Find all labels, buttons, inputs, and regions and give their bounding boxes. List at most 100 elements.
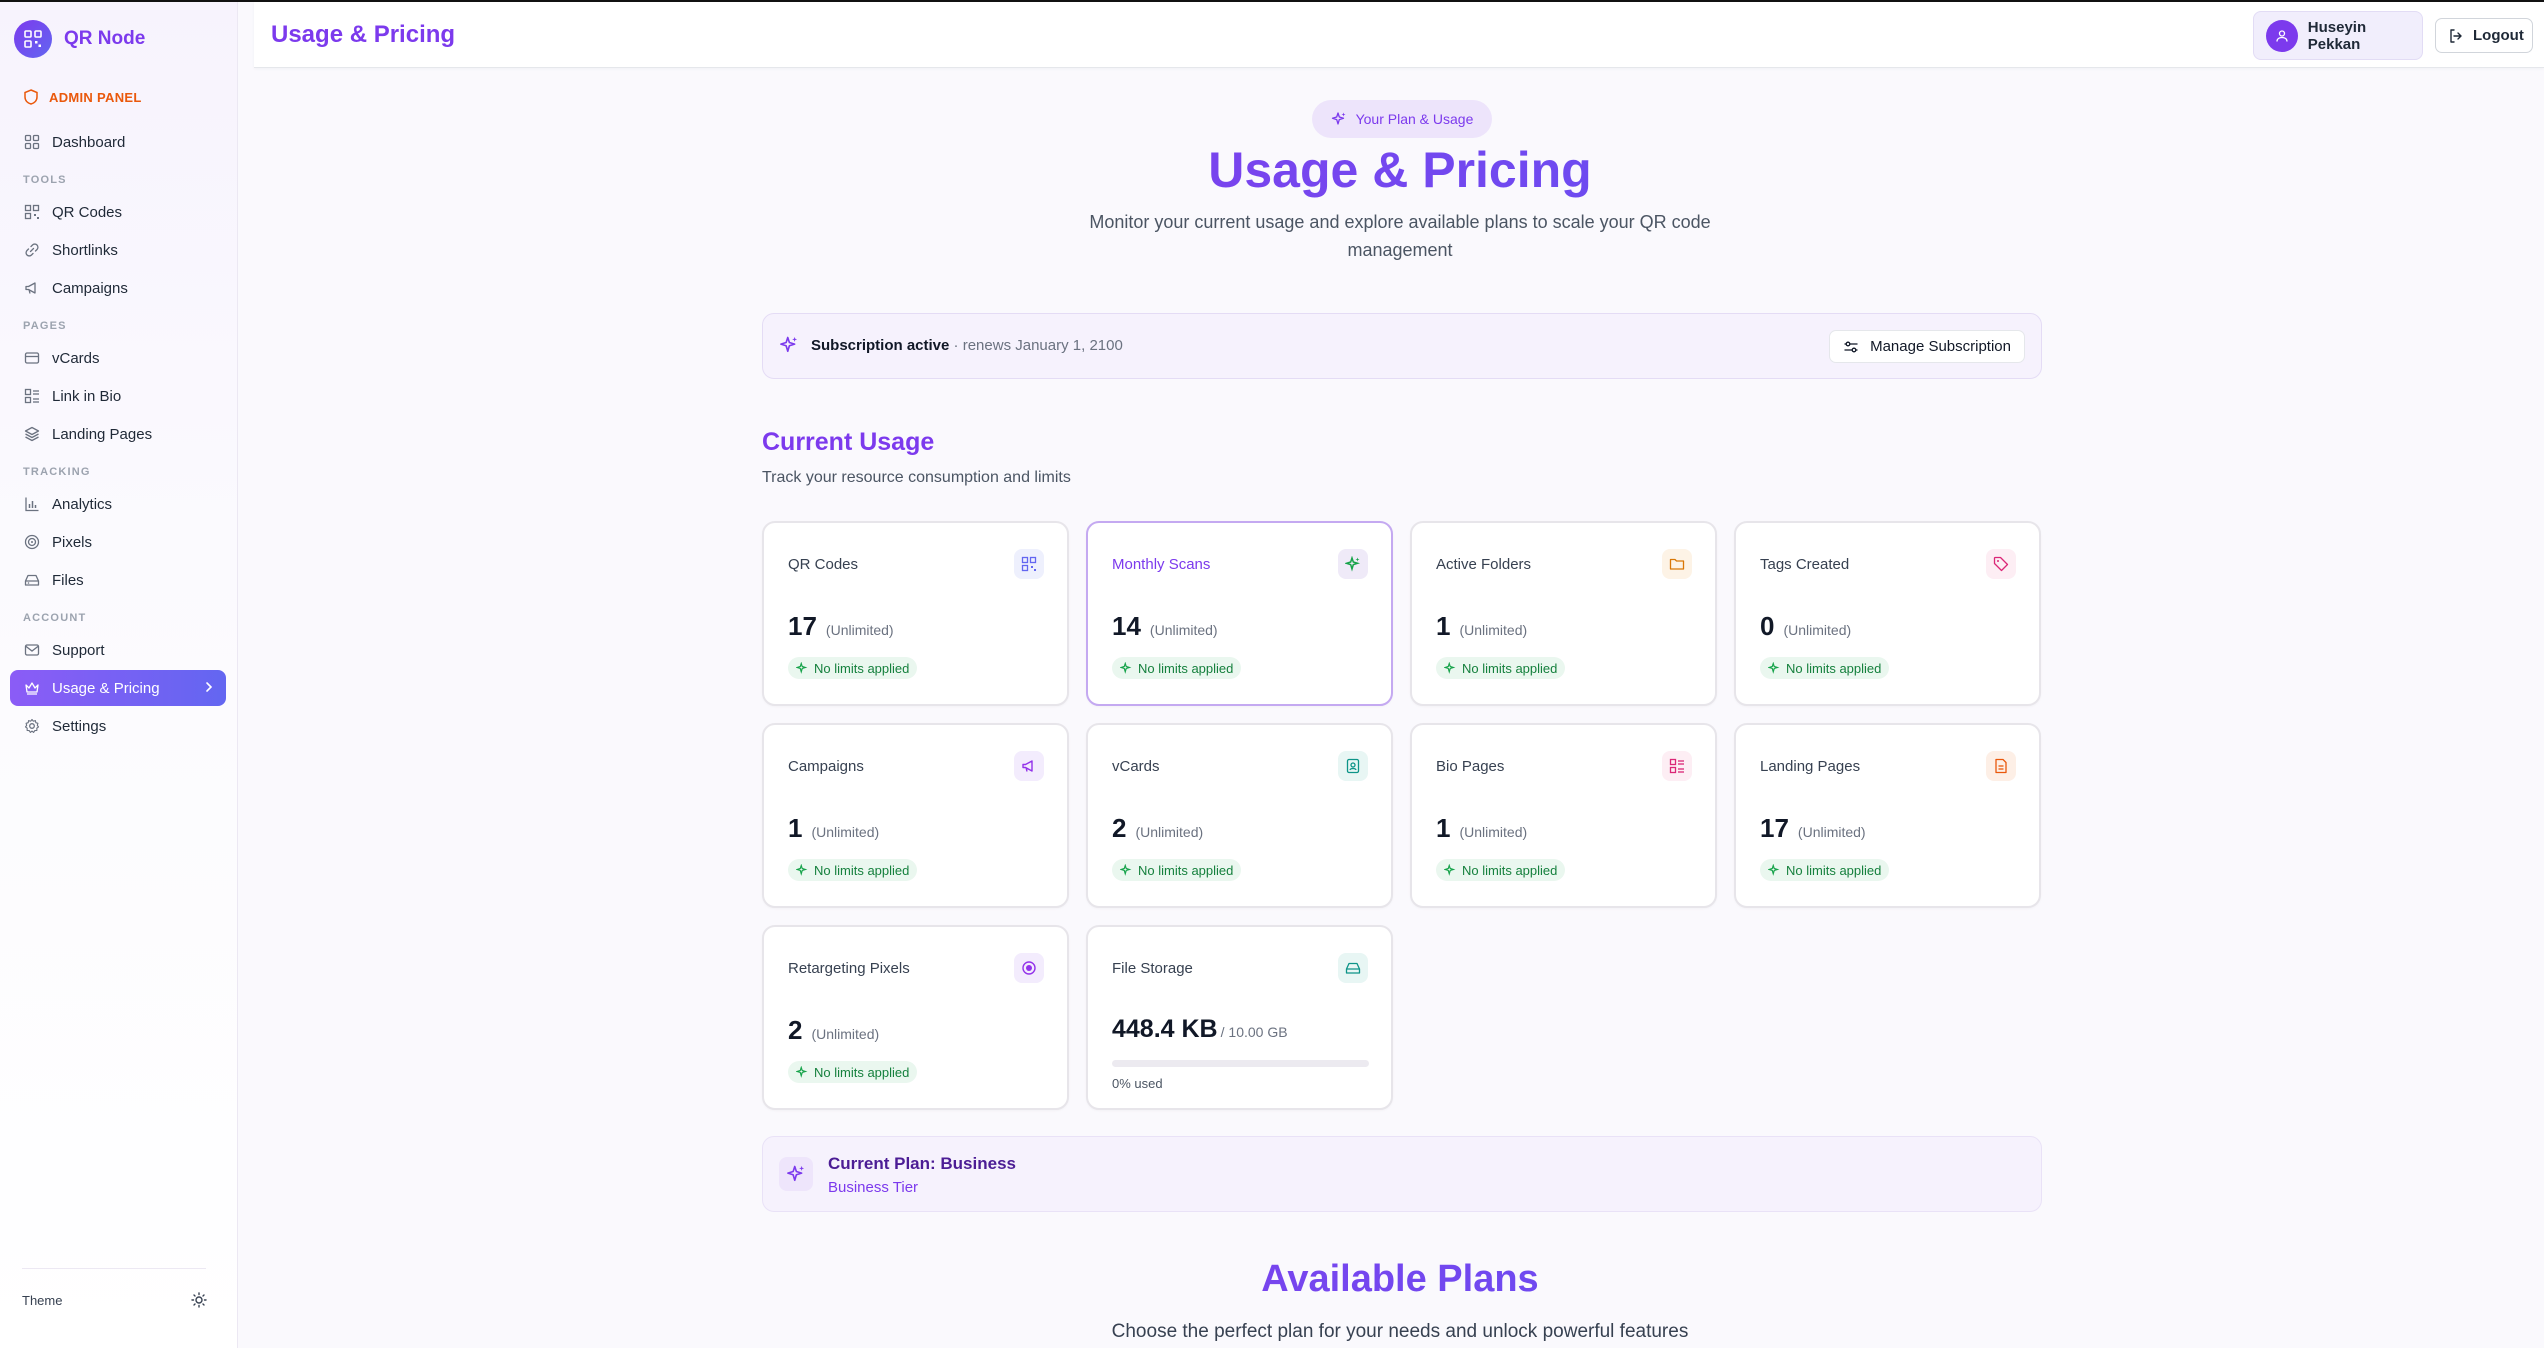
theme-toggle-button[interactable] — [182, 1283, 216, 1317]
sidebar-item-analytics[interactable]: Analytics — [10, 486, 226, 522]
logout-label: Logout — [2473, 27, 2524, 44]
admin-panel-link[interactable]: ADMIN PANEL — [24, 89, 142, 105]
usage-card-qr-codes: QR Codes 17 (Unlimited) No limits applied — [762, 521, 1069, 706]
main-content: Your Plan & Usage Usage & Pricing Monito… — [254, 68, 2544, 1348]
hero-subtitle: Monitor your current usage and explore a… — [1089, 212, 1711, 260]
subscription-renewal: · renews January 1, 2100 — [953, 336, 1123, 354]
target-icon — [1014, 953, 1044, 983]
avatar — [2266, 19, 2298, 52]
card-limit: (Unlimited) — [811, 824, 880, 840]
sparkles-icon — [780, 336, 798, 353]
current-plan-box: Current Plan: Business Business Tier — [762, 1136, 2042, 1212]
card-title: QR Codes — [788, 556, 859, 573]
megaphone-icon — [25, 282, 36, 294]
user-menu[interactable]: Huseyin Pekkan — [2253, 11, 2423, 60]
card-limit: (Unlimited) — [1149, 622, 1218, 638]
sidebar-item-files[interactable]: Files — [10, 562, 226, 598]
card-value: 1 — [1436, 813, 1451, 843]
nav-section-account: ACCOUNT — [23, 612, 87, 624]
hard-drive-icon — [1338, 953, 1368, 983]
sidebar-item-label: vCards — [52, 349, 100, 367]
hero-badge: Your Plan & Usage — [1312, 100, 1492, 138]
no-limits-badge: No limits applied — [788, 657, 918, 679]
usage-card-vcards: vCards 2 (Unlimited) No limits applied — [1086, 723, 1393, 908]
card-title: vCards — [1112, 758, 1160, 775]
sidebar-item-label: Campaigns — [52, 279, 128, 297]
megaphone-icon — [1014, 751, 1044, 781]
sidebar-item-label: Files — [52, 571, 84, 589]
sliders-icon — [1844, 341, 1858, 352]
logout-button[interactable]: Logout — [2435, 18, 2533, 53]
card-title: File Storage — [1112, 960, 1193, 977]
sidebar-item-settings[interactable]: Settings — [10, 708, 226, 744]
card-title: Landing Pages — [1760, 758, 1861, 775]
sidebar-item-label: QR Codes — [52, 203, 123, 221]
badge-label: No limits applied — [814, 660, 910, 676]
mail-icon — [24, 644, 40, 656]
sidebar-item-support[interactable]: Support — [10, 632, 226, 668]
usage-card-file-storage: File Storage 448.4 KB/ 10.00 GB 0% used — [1086, 925, 1393, 1110]
card-limit: (Unlimited) — [1135, 824, 1204, 840]
sidebar-item-shortlinks[interactable]: Shortlinks — [10, 232, 226, 268]
card-limit: (Unlimited) — [1459, 622, 1528, 638]
usage-card-landing-pages: Landing Pages 17 (Unlimited) No limits ap… — [1734, 723, 2041, 908]
sparkles-icon — [796, 864, 808, 876]
sparkles-icon — [1120, 662, 1132, 674]
usage-card-active-folders: Active Folders 1 (Unlimited) No limits ap… — [1410, 521, 1717, 706]
sidebar-item-label: Analytics — [52, 495, 113, 513]
no-limits-badge: No limits applied — [1436, 859, 1566, 881]
sparkles-icon — [1331, 112, 1346, 125]
sparkle-icon — [1338, 549, 1368, 579]
sidebar-item-pixels[interactable]: Pixels — [10, 524, 226, 560]
badge-label: No limits applied — [1786, 862, 1882, 878]
brand[interactable]: QR Node — [14, 20, 145, 58]
chevron-right-icon — [206, 682, 213, 692]
sidebar-item-link-in-bio[interactable]: Link in Bio — [10, 378, 226, 414]
sidebar-item-label: Dashboard — [52, 133, 126, 151]
sun-icon — [191, 1292, 207, 1308]
nav-section-tools: TOOLS — [23, 174, 67, 186]
link-icon — [25, 243, 39, 257]
sidebar-item-campaigns[interactable]: Campaigns — [10, 270, 226, 306]
badge-label: No limits applied — [814, 862, 910, 878]
qr-icon — [24, 204, 40, 220]
sparkles-icon — [779, 1157, 813, 1191]
sidebar-item-qr-codes[interactable]: QR Codes — [10, 194, 226, 230]
sparkles-icon — [796, 1066, 808, 1078]
contact-card-icon — [1338, 751, 1368, 781]
sidebar-item-vcards[interactable]: vCards — [10, 340, 226, 376]
card-value: 2 — [788, 1015, 803, 1045]
document-icon — [1986, 751, 2016, 781]
brand-name: QR Node — [64, 28, 146, 49]
badge-label: No limits applied — [1462, 862, 1558, 878]
available-plans-subtitle: Choose the perfect plan for your needs a… — [1111, 1321, 1689, 1342]
bio-page-icon — [1662, 751, 1692, 781]
sidebar-nav: Dashboard TOOLS QR Codes Shortlinks Camp… — [10, 124, 226, 746]
no-limits-badge: No limits applied — [1760, 859, 1890, 881]
card-title: Bio Pages — [1436, 758, 1505, 775]
layers-icon — [24, 426, 40, 442]
theme-label: Theme — [22, 1292, 63, 1308]
theme-row: Theme — [22, 1283, 216, 1317]
tag-icon — [1986, 549, 2016, 579]
sidebar-item-label: Usage & Pricing — [52, 679, 160, 697]
sidebar-item-label: Landing Pages — [52, 425, 153, 443]
bar-chart-icon — [25, 497, 39, 512]
manage-subscription-label: Manage Subscription — [1870, 338, 2011, 355]
sidebar-item-landing-pages[interactable]: Landing Pages — [10, 416, 226, 452]
usage-card-monthly-scans: Monthly Scans 14 (Unlimited) No limits ap… — [1086, 521, 1393, 706]
top-header: Usage & Pricing Huseyin Pekkan Logout — [254, 2, 2544, 68]
grid-icon — [24, 134, 40, 150]
badge-label: No limits applied — [1786, 660, 1882, 676]
storage-progress-bar — [1112, 1060, 1369, 1067]
no-limits-badge: No limits applied — [1760, 657, 1890, 679]
no-limits-badge: No limits applied — [1112, 657, 1242, 679]
sidebar-item-usage-pricing[interactable]: Usage & Pricing — [10, 670, 226, 706]
no-limits-badge: No limits applied — [1112, 859, 1242, 881]
usage-card-campaigns: Campaigns 1 (Unlimited) No limits applied — [762, 723, 1069, 908]
badge-label: No limits applied — [1138, 862, 1234, 878]
card-title: Active Folders — [1436, 556, 1532, 573]
sidebar-item-dashboard[interactable]: Dashboard — [10, 124, 226, 160]
manage-subscription-button[interactable]: Manage Subscription — [1829, 330, 2025, 363]
card-value: 17 — [788, 611, 817, 641]
